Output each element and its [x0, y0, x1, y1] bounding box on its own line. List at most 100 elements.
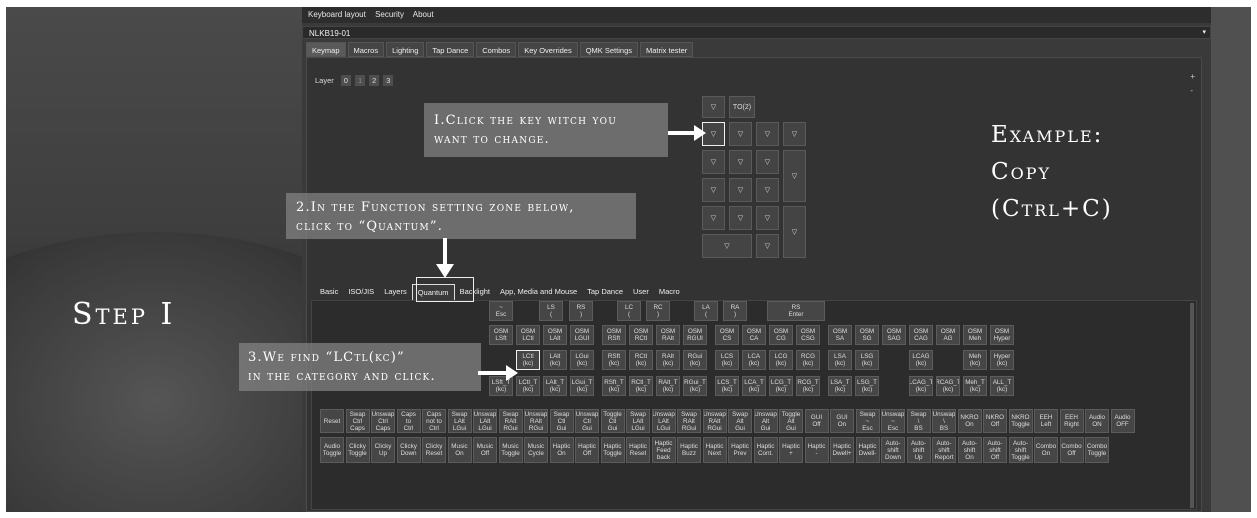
- quantum-key[interactable]: LA (: [694, 301, 718, 321]
- quantum-key[interactable]: OSM LAlt: [543, 325, 567, 345]
- ftab-layers[interactable]: Layers: [379, 284, 412, 301]
- quantum-key[interactable]: Haptic Reset: [626, 437, 650, 463]
- quantum-key[interactable]: LSA (kc): [828, 350, 852, 370]
- quantum-key[interactable]: RS ): [569, 301, 593, 321]
- keymap-key[interactable]: ▽: [729, 178, 752, 202]
- keymap-key[interactable]: TO(2): [729, 96, 755, 118]
- quantum-key[interactable]: Haptic Dwell+: [830, 437, 854, 463]
- quantum-key[interactable]: LGui_T (kc): [570, 376, 594, 396]
- quantum-key[interactable]: Unswap LAlt LGui: [473, 409, 497, 433]
- keymap-key[interactable]: ▽: [729, 122, 752, 146]
- keymap-key[interactable]: ▽: [783, 122, 806, 146]
- quantum-key[interactable]: RGui_T (kc): [683, 376, 707, 396]
- keymap-key[interactable]: ▽: [729, 206, 752, 230]
- quantum-key[interactable]: OSM CA: [742, 325, 766, 345]
- layer-2-button[interactable]: 2: [369, 75, 380, 86]
- quantum-key[interactable]: NKRO Off: [983, 409, 1007, 433]
- quantum-key[interactable]: RC ): [646, 301, 670, 321]
- ftab-app-media-mouse[interactable]: App, Media and Mouse: [495, 284, 582, 301]
- quantum-key[interactable]: Auto- shift Off: [983, 437, 1007, 463]
- quantum-key[interactable]: ALL_T (kc): [990, 376, 1014, 396]
- quantum-key[interactable]: OSM SAG: [882, 325, 906, 345]
- quantum-key[interactable]: OSM Hyper: [990, 325, 1014, 345]
- quantum-key[interactable]: Unswap \ BS: [932, 409, 956, 433]
- quantum-key[interactable]: Haptic On: [549, 437, 574, 463]
- quantum-key[interactable]: Auto- shift Up: [906, 437, 931, 463]
- tab-keymap[interactable]: Keymap: [306, 42, 346, 57]
- quantum-key[interactable]: Haptic Cont.: [753, 437, 778, 463]
- quantum-key[interactable]: RCtl_T (kc): [629, 376, 653, 396]
- quantum-key[interactable]: Clicky Toggle: [345, 437, 370, 463]
- quantum-key[interactable]: ~ Esc: [489, 301, 513, 321]
- quantum-key[interactable]: LGui (kc): [570, 350, 594, 370]
- quantum-key[interactable]: LAlt_T (kc): [543, 376, 567, 396]
- quantum-key[interactable]: RCG (kc): [796, 350, 820, 370]
- keymap-key[interactable]: ▽: [756, 150, 779, 174]
- ftab-tap-dance[interactable]: Tap Dance: [582, 284, 628, 301]
- quantum-key[interactable]: RCtl (kc): [629, 350, 653, 370]
- quantum-key[interactable]: Toggle Ctl Gui: [600, 409, 625, 433]
- quantum-key[interactable]: OSM SA: [828, 325, 852, 345]
- quantum-key[interactable]: Reset: [320, 409, 344, 433]
- quantum-key[interactable]: RAlt (kc): [656, 350, 680, 370]
- quantum-key[interactable]: LCS (kc): [715, 350, 739, 370]
- quantum-key[interactable]: Haptic -: [804, 437, 829, 463]
- quantum-key[interactable]: RSft (kc): [602, 350, 626, 370]
- layer-1-button[interactable]: 1: [354, 75, 366, 86]
- quantum-key[interactable]: Meh (kc): [963, 350, 987, 370]
- zoom-out-button[interactable]: -: [1190, 84, 1195, 98]
- quantum-key[interactable]: Music Off: [473, 437, 497, 463]
- quantum-key[interactable]: LCAG (kc): [909, 350, 933, 370]
- quantum-key[interactable]: RS Enter: [767, 301, 825, 321]
- quantum-key[interactable]: LC (: [617, 301, 641, 321]
- quantum-key[interactable]: Clicky Up: [371, 437, 395, 463]
- quantum-key[interactable]: Meh_T (kc): [963, 376, 987, 396]
- quantum-key[interactable]: Auto- shift Toggle: [1008, 437, 1033, 463]
- keymap-key[interactable]: ▽: [702, 234, 752, 258]
- quantum-key[interactable]: LSA_T (kc): [828, 376, 852, 396]
- quantum-key[interactable]: OSM Meh: [963, 325, 987, 345]
- quantum-key[interactable]: Swap RAlt RGui: [677, 409, 701, 433]
- quantum-key[interactable]: Swap RAlt RGui: [498, 409, 523, 433]
- keyboard-selector[interactable]: NLKB19-01 ▾: [302, 26, 1211, 39]
- quantum-key[interactable]: Unswap ~ Esc: [881, 409, 905, 433]
- quantum-key[interactable]: Audio OFF: [1110, 409, 1135, 433]
- quantum-key[interactable]: Haptic Next: [702, 437, 727, 463]
- keymap-key[interactable]: ▽: [783, 206, 806, 258]
- quantum-key[interactable]: OSM AG: [936, 325, 960, 345]
- ftab-iso-jis[interactable]: ISO/JIS: [343, 284, 379, 301]
- keymap-key[interactable]: ▽: [702, 96, 725, 118]
- quantum-key[interactable]: Auto- shift Down: [881, 437, 905, 463]
- menu-about[interactable]: About: [413, 10, 434, 19]
- ftab-user[interactable]: User: [628, 284, 654, 301]
- quantum-key[interactable]: OSM RSft: [602, 325, 626, 345]
- tab-lighting[interactable]: Lighting: [386, 42, 425, 57]
- quantum-key[interactable]: OSM RCtl: [629, 325, 653, 345]
- quantum-key[interactable]: OSM LSft: [489, 325, 513, 345]
- quantum-key[interactable]: Haptic Prev: [728, 437, 752, 463]
- quantum-key[interactable]: OSM CSG: [796, 325, 820, 345]
- quantum-key[interactable]: Audio Toggle: [320, 437, 344, 463]
- quantum-key[interactable]: Music Cycle: [524, 437, 548, 463]
- quantum-key[interactable]: GUI Off: [804, 409, 829, 433]
- keymap-key[interactable]: ▽: [756, 206, 779, 230]
- quantum-key[interactable]: OSM CG: [769, 325, 793, 345]
- quantum-key[interactable]: Music On: [447, 437, 472, 463]
- quantum-key[interactable]: Unswap Alt Gui: [753, 409, 778, 433]
- quantum-key[interactable]: Toggle Alt Gui: [779, 409, 803, 433]
- quantum-key[interactable]: OSM RAlt: [656, 325, 680, 345]
- layer-0-button[interactable]: 0: [340, 75, 351, 86]
- quantum-key[interactable]: Unswap LAlt LGui: [651, 409, 676, 433]
- quantum-key[interactable]: Auto- shift Report: [932, 437, 956, 463]
- quantum-key[interactable]: Swap LAlt LGui: [447, 409, 472, 433]
- quantum-key[interactable]: NKRO On: [957, 409, 982, 433]
- quantum-key[interactable]: Unswap Ctrl Caps: [371, 409, 395, 433]
- quantum-key[interactable]: LSG_T (kc): [855, 376, 879, 396]
- keymap-key[interactable]: ▽: [783, 150, 806, 202]
- quantum-key[interactable]: Unswap Ctl Gui: [575, 409, 599, 433]
- quantum-key[interactable]: Haptic Buzz: [677, 437, 701, 463]
- quantum-key[interactable]: OSM RGUI: [683, 325, 707, 345]
- menu-keyboard-layout[interactable]: Keyboard layout: [308, 10, 366, 19]
- keymap-key[interactable]: ▽: [756, 122, 779, 146]
- quantum-key[interactable]: Haptic Feed back: [651, 437, 676, 463]
